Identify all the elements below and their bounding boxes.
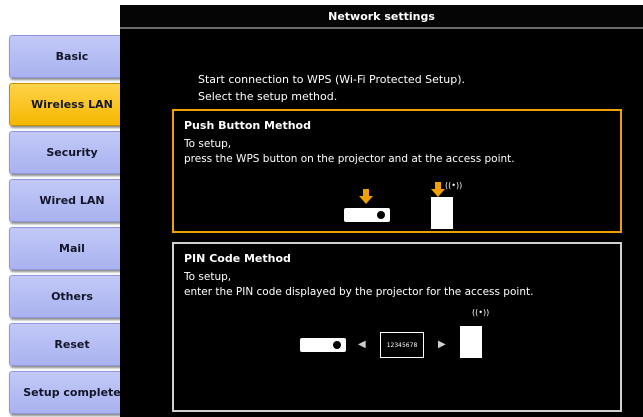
- sidebar-item-label: Reset: [54, 338, 90, 351]
- arrow-right-icon: ▶: [438, 339, 446, 350]
- access-point-icon: [431, 197, 453, 229]
- sidebar-item-setup-complete[interactable]: Setup complete: [9, 371, 135, 414]
- sidebar-item-mail[interactable]: Mail: [9, 227, 135, 270]
- sidebar-item-wireless-lan[interactable]: Wireless LAN: [9, 83, 135, 126]
- sidebar-item-label: Others: [51, 290, 93, 303]
- sidebar-item-label: Security: [46, 146, 98, 159]
- intro-text: Start connection to WPS (Wi-Fi Protected…: [198, 71, 465, 105]
- sidebar-item-wired-lan[interactable]: Wired LAN: [9, 179, 135, 222]
- push-arrow-icon: [359, 189, 373, 204]
- projector-lens-icon: [377, 211, 385, 219]
- main-panel: Network settings Start connection to WPS…: [120, 5, 643, 417]
- sidebar-item-label: Wireless LAN: [31, 98, 113, 111]
- intro-line-1: Start connection to WPS (Wi-Fi Protected…: [198, 73, 465, 86]
- wireless-signal-icon: ((•)): [472, 308, 490, 317]
- pin-method-title: PIN Code Method: [184, 252, 291, 265]
- sidebar: Basic Wireless LAN Security Wired LAN Ma…: [0, 0, 140, 417]
- sidebar-item-label: Mail: [59, 242, 85, 255]
- sidebar-item-label: Setup complete: [23, 386, 121, 399]
- projector-icon: [344, 208, 390, 222]
- push-button-method-option[interactable]: Push Button Method To setup, press the W…: [172, 109, 622, 233]
- sidebar-item-reset[interactable]: Reset: [9, 323, 135, 366]
- pin-code-display: 12345678: [380, 332, 424, 358]
- page-title: Network settings: [120, 5, 643, 29]
- sidebar-item-others[interactable]: Others: [9, 275, 135, 318]
- push-arrow-icon: [431, 182, 445, 197]
- projector-lens-icon: [333, 341, 341, 349]
- wireless-signal-icon: ((•)): [445, 181, 463, 190]
- sidebar-item-security[interactable]: Security: [9, 131, 135, 174]
- arrow-left-icon: ◀: [358, 339, 366, 350]
- push-method-title: Push Button Method: [184, 119, 311, 132]
- pin-code-method-option[interactable]: PIN Code Method To setup, enter the PIN …: [172, 242, 622, 412]
- intro-line-2: Select the setup method.: [198, 90, 338, 103]
- sidebar-item-label: Basic: [55, 50, 89, 63]
- projector-icon: [300, 338, 346, 352]
- sidebar-item-label: Wired LAN: [39, 194, 105, 207]
- push-method-desc-line-2: press the WPS button on the projector an…: [184, 153, 515, 165]
- access-point-icon: [460, 326, 482, 358]
- pin-method-desc-line-1: To setup,: [184, 271, 232, 283]
- sidebar-item-basic[interactable]: Basic: [9, 35, 135, 78]
- push-method-desc-line-1: To setup,: [184, 138, 232, 150]
- pin-method-desc-line-2: enter the PIN code displayed by the proj…: [184, 286, 534, 298]
